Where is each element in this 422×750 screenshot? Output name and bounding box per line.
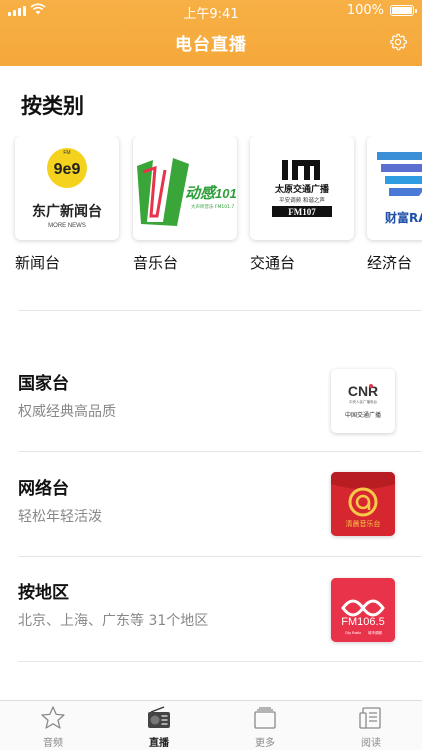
cnr-logo: CNR 中央人民广播电台 中国交通广播 xyxy=(331,369,395,433)
star-icon xyxy=(41,706,65,729)
category-card-news[interactable]: 9e9 FM 东广新闻台 MORE NEWS 新闻台 xyxy=(15,136,119,273)
svg-text:东广新闻台: 东广新闻台 xyxy=(32,203,102,220)
section-divider xyxy=(18,310,422,311)
svg-text:平安调频 和谐之声: 平安调频 和谐之声 xyxy=(279,196,325,204)
status-bar: 上午9:41 100% xyxy=(0,0,422,22)
list-item-internet[interactable]: 网络台 轻松年轻活泼 清晨音乐台 xyxy=(0,460,422,564)
svg-text:FM106.5: FM106.5 xyxy=(341,616,384,628)
svg-text:财富RA: 财富RA xyxy=(384,210,422,225)
svg-text:大声听音乐 FM101.7: 大声听音乐 FM101.7 xyxy=(191,203,234,210)
svg-text:FM: FM xyxy=(63,150,70,156)
svg-text:中国交通广播: 中国交通广播 xyxy=(345,411,381,419)
row-title: 国家台 xyxy=(18,374,69,394)
category-card-traffic[interactable]: 太原交通广播 平安调频 和谐之声 FM107 交通台 xyxy=(250,136,354,273)
radio-icon xyxy=(148,706,170,728)
list-item-region[interactable]: 按地区 北京、上海、广东等 31个地区 FM106.5 City Radio 城… xyxy=(0,564,422,668)
tab-bar: 音频 直播 更多 阅读 xyxy=(0,700,422,750)
list-item-national[interactable]: 国家台 权威经典高品质 CNR 中央人民广播电台 中国交通广播 xyxy=(0,355,422,459)
city-radio-logo: FM106.5 City Radio 城市调频 xyxy=(331,578,395,642)
svg-text:太原交通广播: 太原交通广播 xyxy=(274,183,330,195)
category-label: 经济台 xyxy=(367,254,413,272)
tab-more[interactable]: 更多 xyxy=(212,705,318,749)
svg-text:101: 101 xyxy=(215,186,237,201)
reading-icon xyxy=(359,707,381,729)
page-title: 电台直播 xyxy=(175,35,247,55)
svg-text:城市调频: 城市调频 xyxy=(368,630,382,635)
category-card-music[interactable]: 动感 101 大声听音乐 FM101.7 音乐台 xyxy=(133,136,237,273)
tab-audio[interactable]: 音频 xyxy=(0,705,106,749)
row-divider xyxy=(18,661,422,662)
category-label: 交通台 xyxy=(250,254,296,272)
category-label: 新闻台 xyxy=(15,254,61,272)
row-divider xyxy=(18,451,422,452)
svg-text:9e9: 9e9 xyxy=(54,161,81,178)
svg-text:动感: 动感 xyxy=(185,184,218,202)
tab-live[interactable]: 直播 xyxy=(106,705,212,749)
battery-icon xyxy=(390,5,417,16)
music-channel-logo: 清晨音乐台 xyxy=(331,472,395,536)
row-subtitle: 权威经典高品质 xyxy=(18,404,116,420)
tab-label: 直播 xyxy=(149,738,169,749)
row-subtitle: 轻松年轻活泼 xyxy=(18,509,102,525)
svg-text:City Radio: City Radio xyxy=(345,631,361,635)
svg-text:清晨音乐台: 清晨音乐台 xyxy=(346,519,381,528)
nav-header: 上午9:41 100% 电台直播 xyxy=(0,0,422,66)
category-section-title: 按类别 xyxy=(21,94,84,118)
more-icon xyxy=(254,707,276,729)
news-station-logo: 9e9 FM 东广新闻台 MORE NEWS xyxy=(15,136,119,240)
battery-percent: 100% xyxy=(346,3,384,18)
gear-icon[interactable] xyxy=(388,32,408,52)
tab-label: 音频 xyxy=(43,738,63,749)
category-carousel[interactable]: 9e9 FM 东广新闻台 MORE NEWS 新闻台 动感 101 大声听音乐 … xyxy=(0,136,422,276)
category-label: 音乐台 xyxy=(133,254,179,272)
music-station-logo: 动感 101 大声听音乐 FM101.7 xyxy=(133,136,237,240)
svg-text:CNR: CNR xyxy=(348,383,378,399)
svg-text:MORE NEWS: MORE NEWS xyxy=(48,223,86,229)
row-divider xyxy=(18,556,422,557)
tab-label: 阅读 xyxy=(361,738,381,749)
tab-label: 更多 xyxy=(255,738,275,749)
svg-text:中央人民广播电台: 中央人民广播电台 xyxy=(349,399,377,404)
svg-text:FM107: FM107 xyxy=(288,207,316,217)
category-card-economy[interactable]: 财富RA 经济台 xyxy=(367,136,422,273)
row-title: 网络台 xyxy=(18,479,69,499)
economy-station-logo: 财富RA xyxy=(367,136,422,240)
traffic-station-logo: 太原交通广播 平安调频 和谐之声 FM107 xyxy=(250,136,354,240)
row-title: 按地区 xyxy=(18,583,69,603)
row-subtitle: 北京、上海、广东等 31个地区 xyxy=(18,613,209,629)
tab-reading[interactable]: 阅读 xyxy=(318,705,422,749)
